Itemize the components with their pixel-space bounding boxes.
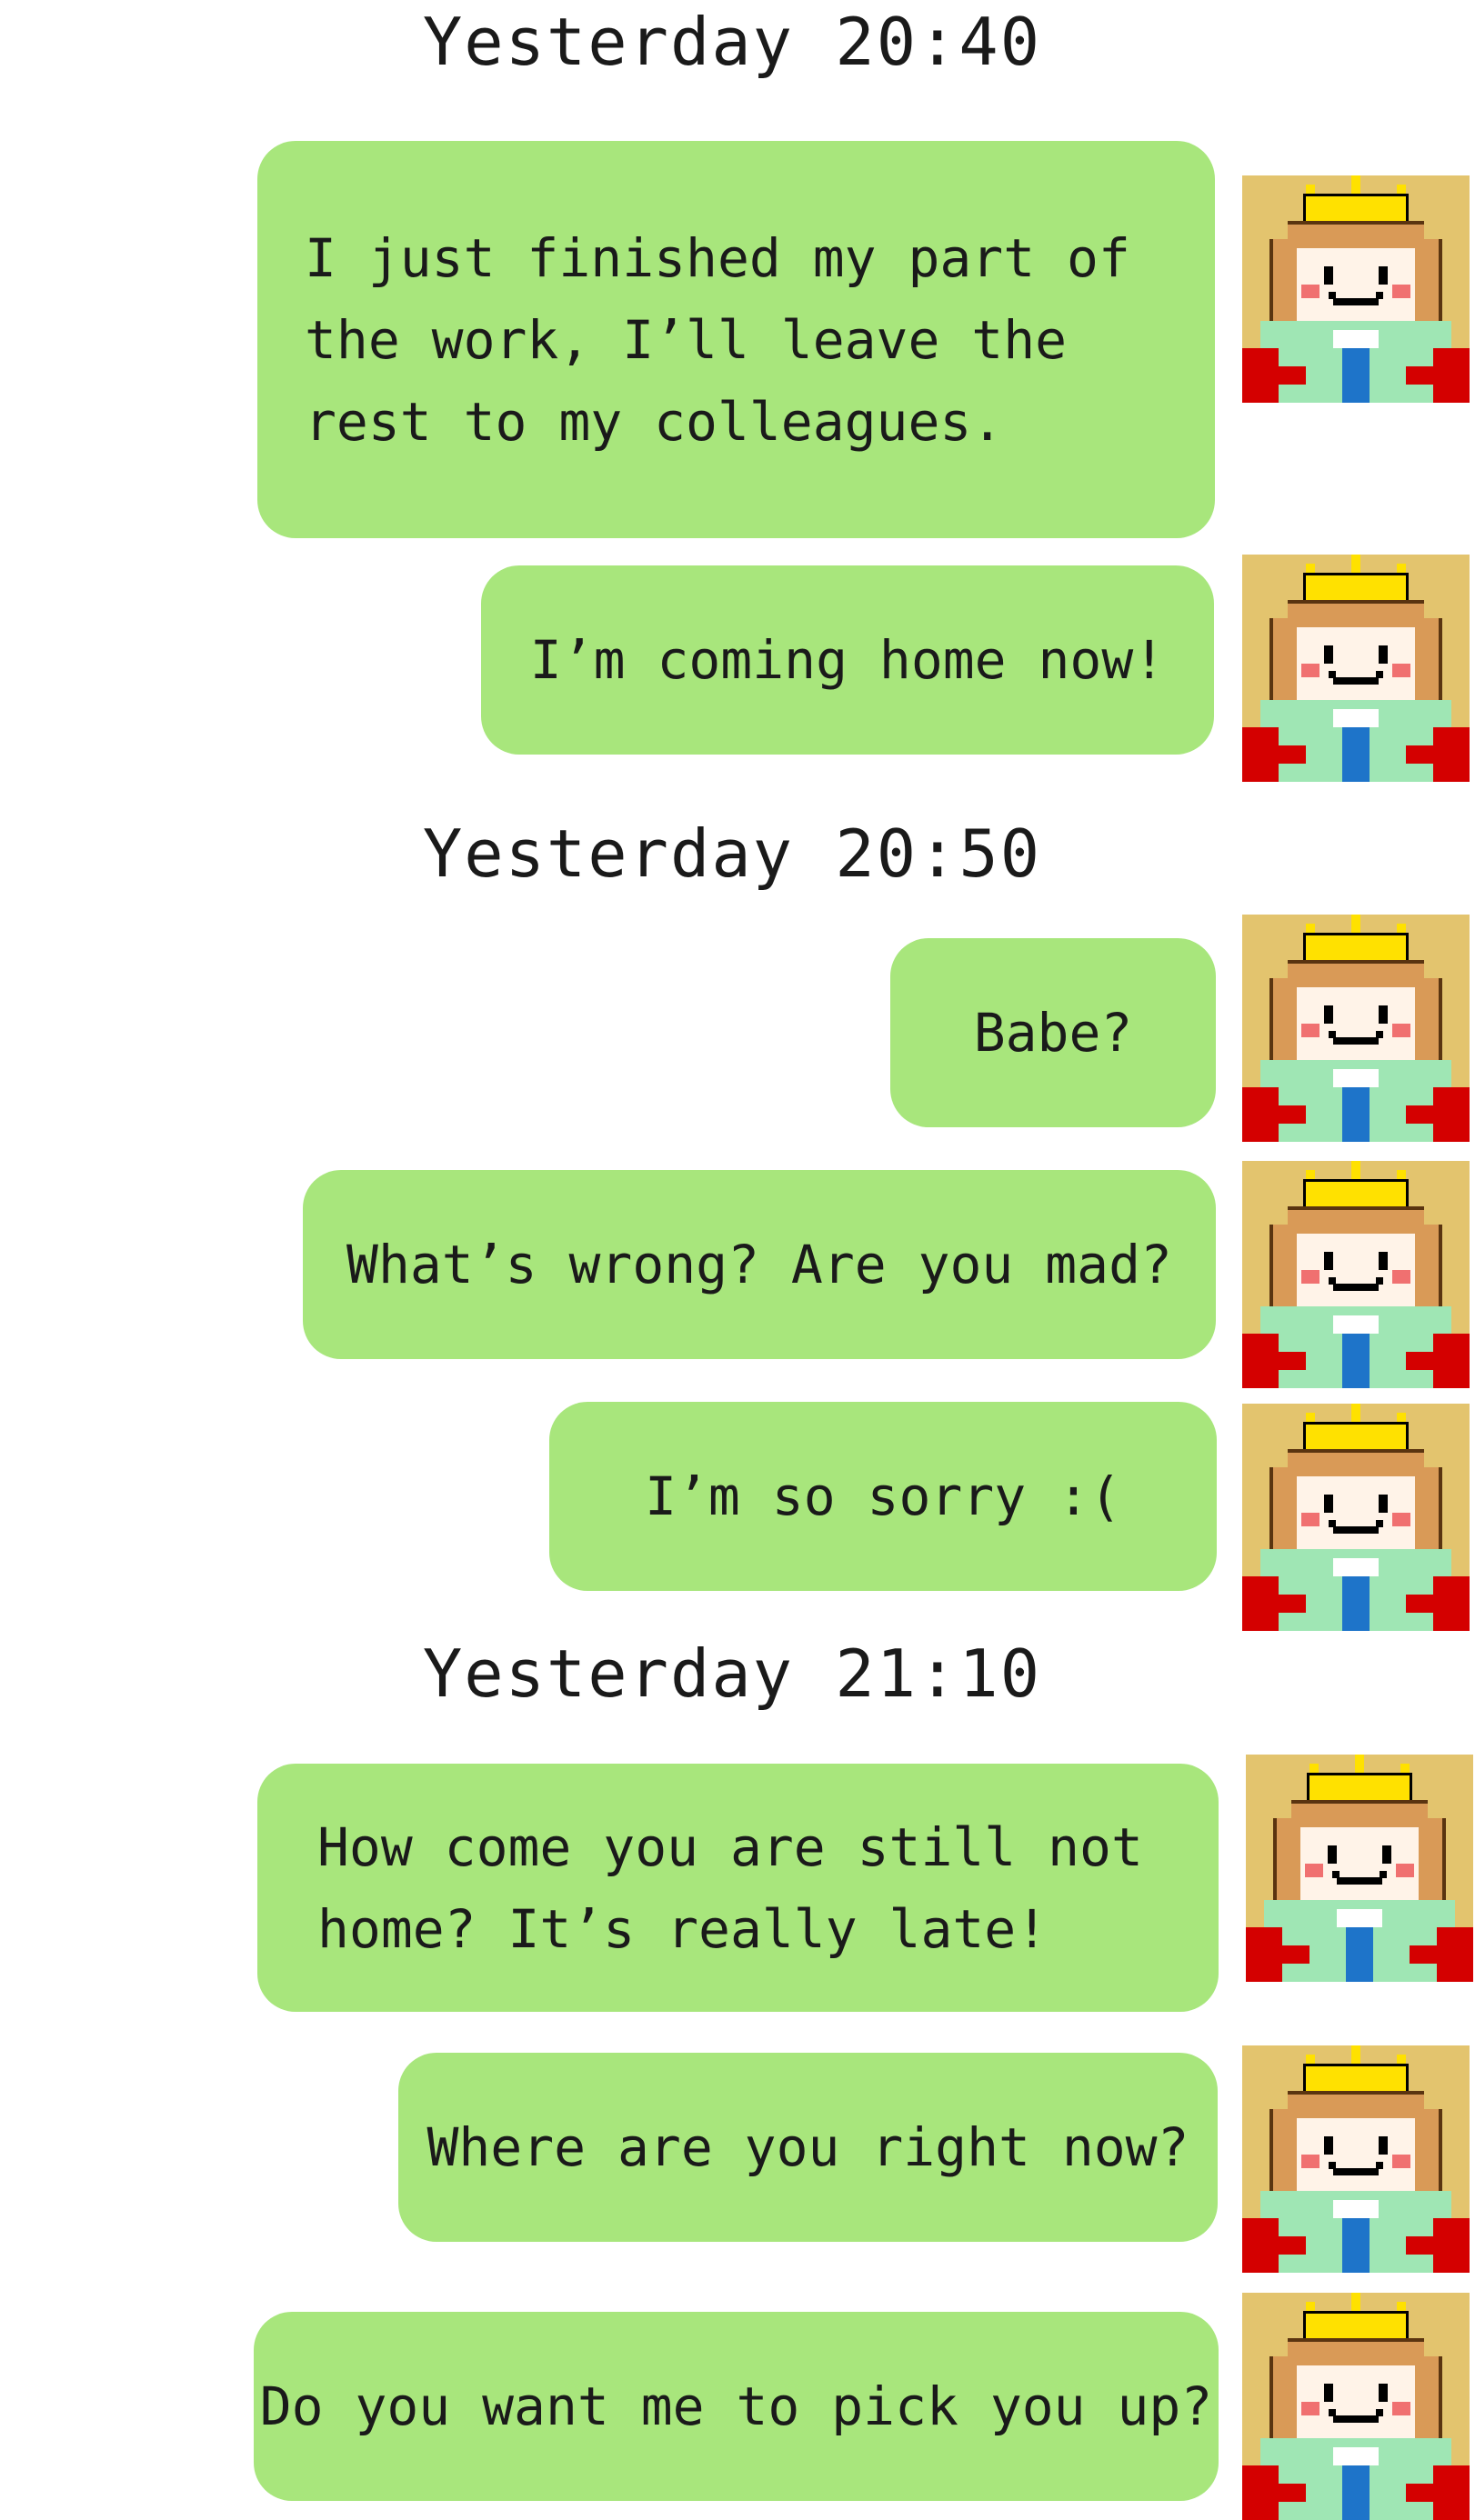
pixel-king-avatar-icon bbox=[1242, 175, 1470, 403]
avatar[interactable] bbox=[1242, 2293, 1470, 2520]
avatar[interactable] bbox=[1242, 2045, 1470, 2273]
message-bubble[interactable]: Babe? bbox=[890, 938, 1216, 1127]
avatar[interactable] bbox=[1246, 1755, 1473, 1982]
timestamp-header: Yesterday 21:10 bbox=[422, 1635, 1042, 1712]
pixel-king-avatar-icon bbox=[1242, 1404, 1470, 1631]
avatar[interactable] bbox=[1242, 915, 1470, 1142]
timestamp-header: Yesterday 20:50 bbox=[422, 815, 1042, 892]
message-bubble[interactable]: I’m so sorry :( bbox=[549, 1402, 1217, 1591]
timestamp-header: Yesterday 20:40 bbox=[422, 4, 1042, 80]
message-bubble[interactable]: What’s wrong? Are you mad? bbox=[303, 1170, 1216, 1359]
avatar[interactable] bbox=[1242, 555, 1470, 782]
message-bubble[interactable]: Where are you right now? bbox=[398, 2053, 1218, 2242]
message-bubble[interactable]: Do you want me to pick you up? bbox=[254, 2312, 1219, 2501]
message-bubble[interactable]: How come you are still not home? It’s re… bbox=[257, 1764, 1219, 2012]
avatar[interactable] bbox=[1242, 175, 1470, 403]
message-bubble[interactable]: I’m coming home now! bbox=[481, 565, 1214, 755]
pixel-king-avatar-icon bbox=[1242, 555, 1470, 782]
pixel-king-avatar-icon bbox=[1242, 2045, 1470, 2273]
pixel-king-avatar-icon bbox=[1242, 2293, 1470, 2520]
pixel-king-avatar-icon bbox=[1242, 1161, 1470, 1388]
pixel-king-avatar-icon bbox=[1246, 1755, 1473, 1982]
avatar[interactable] bbox=[1242, 1404, 1470, 1631]
message-bubble[interactable]: I just finished my part of the work, I’l… bbox=[257, 141, 1215, 538]
pixel-king-avatar-icon bbox=[1242, 915, 1470, 1142]
avatar[interactable] bbox=[1242, 1161, 1470, 1388]
